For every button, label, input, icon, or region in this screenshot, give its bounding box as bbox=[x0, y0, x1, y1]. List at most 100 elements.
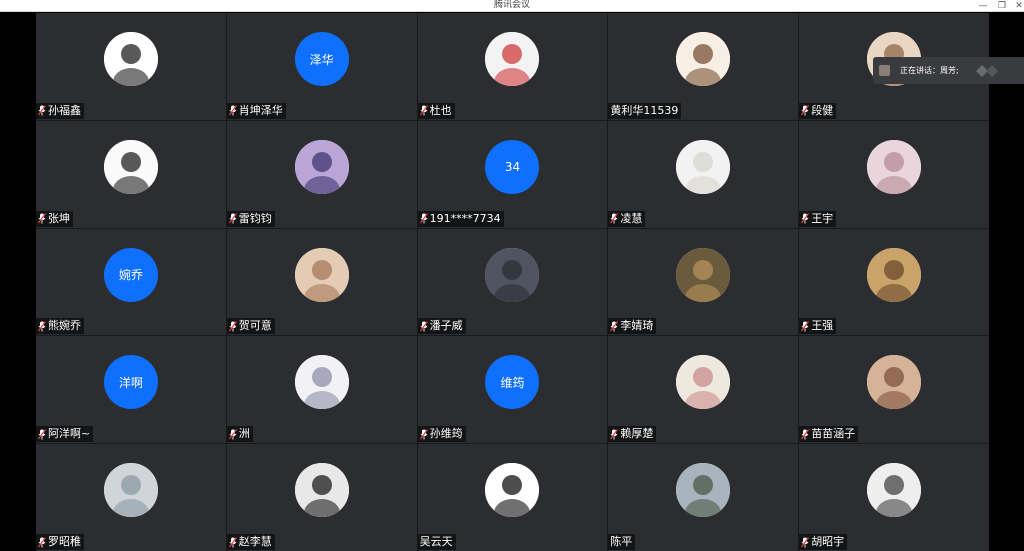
mic-muted-icon bbox=[610, 213, 619, 224]
participant-name: 雷钧钧 bbox=[238, 211, 272, 225]
participant-name: 阿洋啊~ bbox=[48, 427, 91, 441]
ok-hand-sticker-icon bbox=[103, 32, 158, 86]
participant-tile[interactable]: 贺可意 bbox=[226, 228, 417, 336]
dark-street-photo-icon bbox=[485, 247, 540, 302]
teddy-bear-icon bbox=[676, 247, 731, 302]
participant-name-bar: 段健 bbox=[799, 102, 837, 119]
close-icon[interactable]: ✕ bbox=[1010, 0, 1024, 12]
mic-muted-icon bbox=[801, 213, 810, 224]
participant-name: 胡昭宇 bbox=[811, 535, 845, 548]
participant-tile[interactable]: 苗苗涵子 bbox=[799, 336, 989, 444]
participant-tile[interactable]: 潘子威 bbox=[417, 228, 608, 336]
participant-name-bar: 赵李慧 bbox=[226, 534, 275, 550]
pink-room-photo-icon bbox=[867, 139, 922, 194]
participant-name-bar: 李婧琦 bbox=[608, 318, 657, 335]
participant-tile[interactable]: 维筠 孙维筠 bbox=[417, 336, 608, 444]
participant-name: 罗昭稚 bbox=[48, 535, 81, 548]
santa-hat-character-icon bbox=[485, 32, 540, 86]
participant-tile[interactable]: 罗昭稚 bbox=[36, 444, 226, 551]
building-photo-icon bbox=[103, 463, 158, 518]
mic-muted-icon bbox=[38, 213, 46, 224]
participant-name: 凌慧 bbox=[620, 211, 643, 225]
participant-tile[interactable]: 吴云天 bbox=[417, 444, 608, 551]
mic-muted-icon bbox=[38, 105, 46, 116]
participant-name-bar: 王宇 bbox=[799, 210, 837, 227]
cartoon-boy-icon bbox=[676, 32, 731, 86]
participant-name: 肖坤泽华 bbox=[238, 103, 283, 117]
participant-name-bar: 潘子威 bbox=[417, 318, 466, 335]
participant-name-bar: 阿洋啊~ bbox=[36, 426, 94, 443]
minimize-icon[interactable]: — bbox=[974, 0, 992, 12]
participant-tile[interactable]: 泽华肖坤泽华 bbox=[226, 13, 417, 120]
avatar-initials: 洋啊 bbox=[118, 375, 143, 390]
participant-name-bar: 胡昭宇 bbox=[799, 534, 848, 550]
avatar: 泽华 bbox=[294, 32, 349, 86]
mic-muted-icon bbox=[419, 428, 428, 440]
avatar-initials: 维筠 bbox=[500, 375, 525, 390]
participant-tile[interactable]: 凌慧 bbox=[608, 120, 799, 228]
child-photo-icon bbox=[294, 247, 349, 302]
participant-name-bar: 凌慧 bbox=[608, 210, 646, 227]
mic-muted-icon bbox=[419, 105, 428, 116]
participant-name: 李婧琦 bbox=[620, 319, 654, 333]
meeting-logo-icon bbox=[976, 65, 998, 77]
participant-name: 陈平 bbox=[610, 535, 633, 548]
speaking-indicator[interactable]: 正在讲话：周芳; bbox=[873, 57, 1024, 84]
mic-muted-icon bbox=[38, 321, 46, 332]
participant-tile[interactable]: 洋啊阿洋啊~ bbox=[36, 336, 226, 444]
participant-name-bar: 赖厚楚 bbox=[608, 426, 657, 443]
participant-name-bar: 雷钧钧 bbox=[226, 210, 275, 227]
avatar: 维筠 bbox=[485, 355, 540, 410]
participant-tile[interactable]: 34 191****7734 bbox=[417, 120, 608, 228]
participant-tile[interactable]: 雷钧钧 bbox=[226, 120, 417, 228]
participant-tile[interactable]: 胡昭宇 bbox=[799, 444, 989, 551]
participant-name-bar: 191****7734 bbox=[417, 210, 504, 227]
white-dog-icon bbox=[676, 139, 731, 194]
participant-name: 杜也 bbox=[429, 103, 452, 117]
participant-tile[interactable]: 王强 bbox=[799, 228, 989, 336]
avatar: 婉乔 bbox=[103, 247, 158, 302]
mic-muted-icon bbox=[228, 536, 237, 548]
avatar: 洋啊 bbox=[103, 355, 158, 410]
participant-name-bar: 熊婉乔 bbox=[36, 318, 84, 335]
mic-muted-icon bbox=[38, 536, 46, 548]
participant-tile[interactable]: 杜也 bbox=[417, 13, 608, 120]
participant-name-bar: 贺可意 bbox=[226, 318, 275, 335]
participant-name: 吴云天 bbox=[419, 535, 453, 548]
participant-tile[interactable]: 李婧琦 bbox=[608, 228, 799, 336]
participant-name: 王强 bbox=[811, 319, 834, 333]
speaker-avatar bbox=[879, 65, 890, 76]
participant-name: 孙福鑫 bbox=[48, 103, 81, 117]
mic-muted-icon bbox=[419, 321, 428, 332]
participant-name-bar: 王强 bbox=[799, 318, 837, 335]
mic-muted-icon bbox=[801, 428, 810, 440]
participant-name: 张坤 bbox=[48, 211, 70, 225]
participant-tile[interactable]: 婉乔熊婉乔 bbox=[36, 228, 226, 336]
mic-muted-icon bbox=[801, 536, 810, 548]
participant-name: 段健 bbox=[811, 103, 834, 117]
participant-tile[interactable]: 张坤 bbox=[36, 120, 226, 228]
hollow-knight-icon bbox=[485, 463, 540, 518]
participant-grid: 孙福鑫 泽华 肖坤泽华 杜也 黄利华11539 段健 张坤 雷钧钧 34 191****7734 凌… bbox=[36, 13, 989, 551]
mic-muted-icon bbox=[801, 321, 810, 332]
participant-name: 赵李慧 bbox=[238, 535, 272, 548]
sunset-person-icon bbox=[867, 247, 922, 302]
participant-name: 191****7734 bbox=[429, 211, 501, 225]
participant-tile[interactable]: 孙福鑫 bbox=[36, 13, 226, 120]
mic-muted-icon bbox=[610, 428, 619, 440]
participant-tile[interactable]: 赖厚楚 bbox=[608, 336, 799, 444]
participant-name-bar: 苗苗涵子 bbox=[799, 426, 859, 443]
participant-tile[interactable]: 陈平 bbox=[608, 444, 799, 551]
participant-tile[interactable]: 黄利华11539 bbox=[608, 13, 799, 120]
anime-silver-hair-icon bbox=[294, 355, 349, 410]
mic-muted-icon bbox=[228, 321, 237, 332]
avatar-initials: 泽华 bbox=[309, 52, 334, 67]
avatar-initials: 34 bbox=[504, 159, 521, 174]
participant-name: 贺可意 bbox=[238, 319, 272, 333]
mic-muted-icon bbox=[419, 213, 428, 224]
restore-icon[interactable]: ❐ bbox=[993, 0, 1011, 12]
participant-tile[interactable]: 洲 bbox=[226, 336, 417, 444]
anime-character-icon bbox=[294, 139, 349, 194]
participant-tile[interactable]: 赵李慧 bbox=[226, 444, 417, 551]
participant-tile[interactable]: 王宇 bbox=[799, 120, 989, 228]
